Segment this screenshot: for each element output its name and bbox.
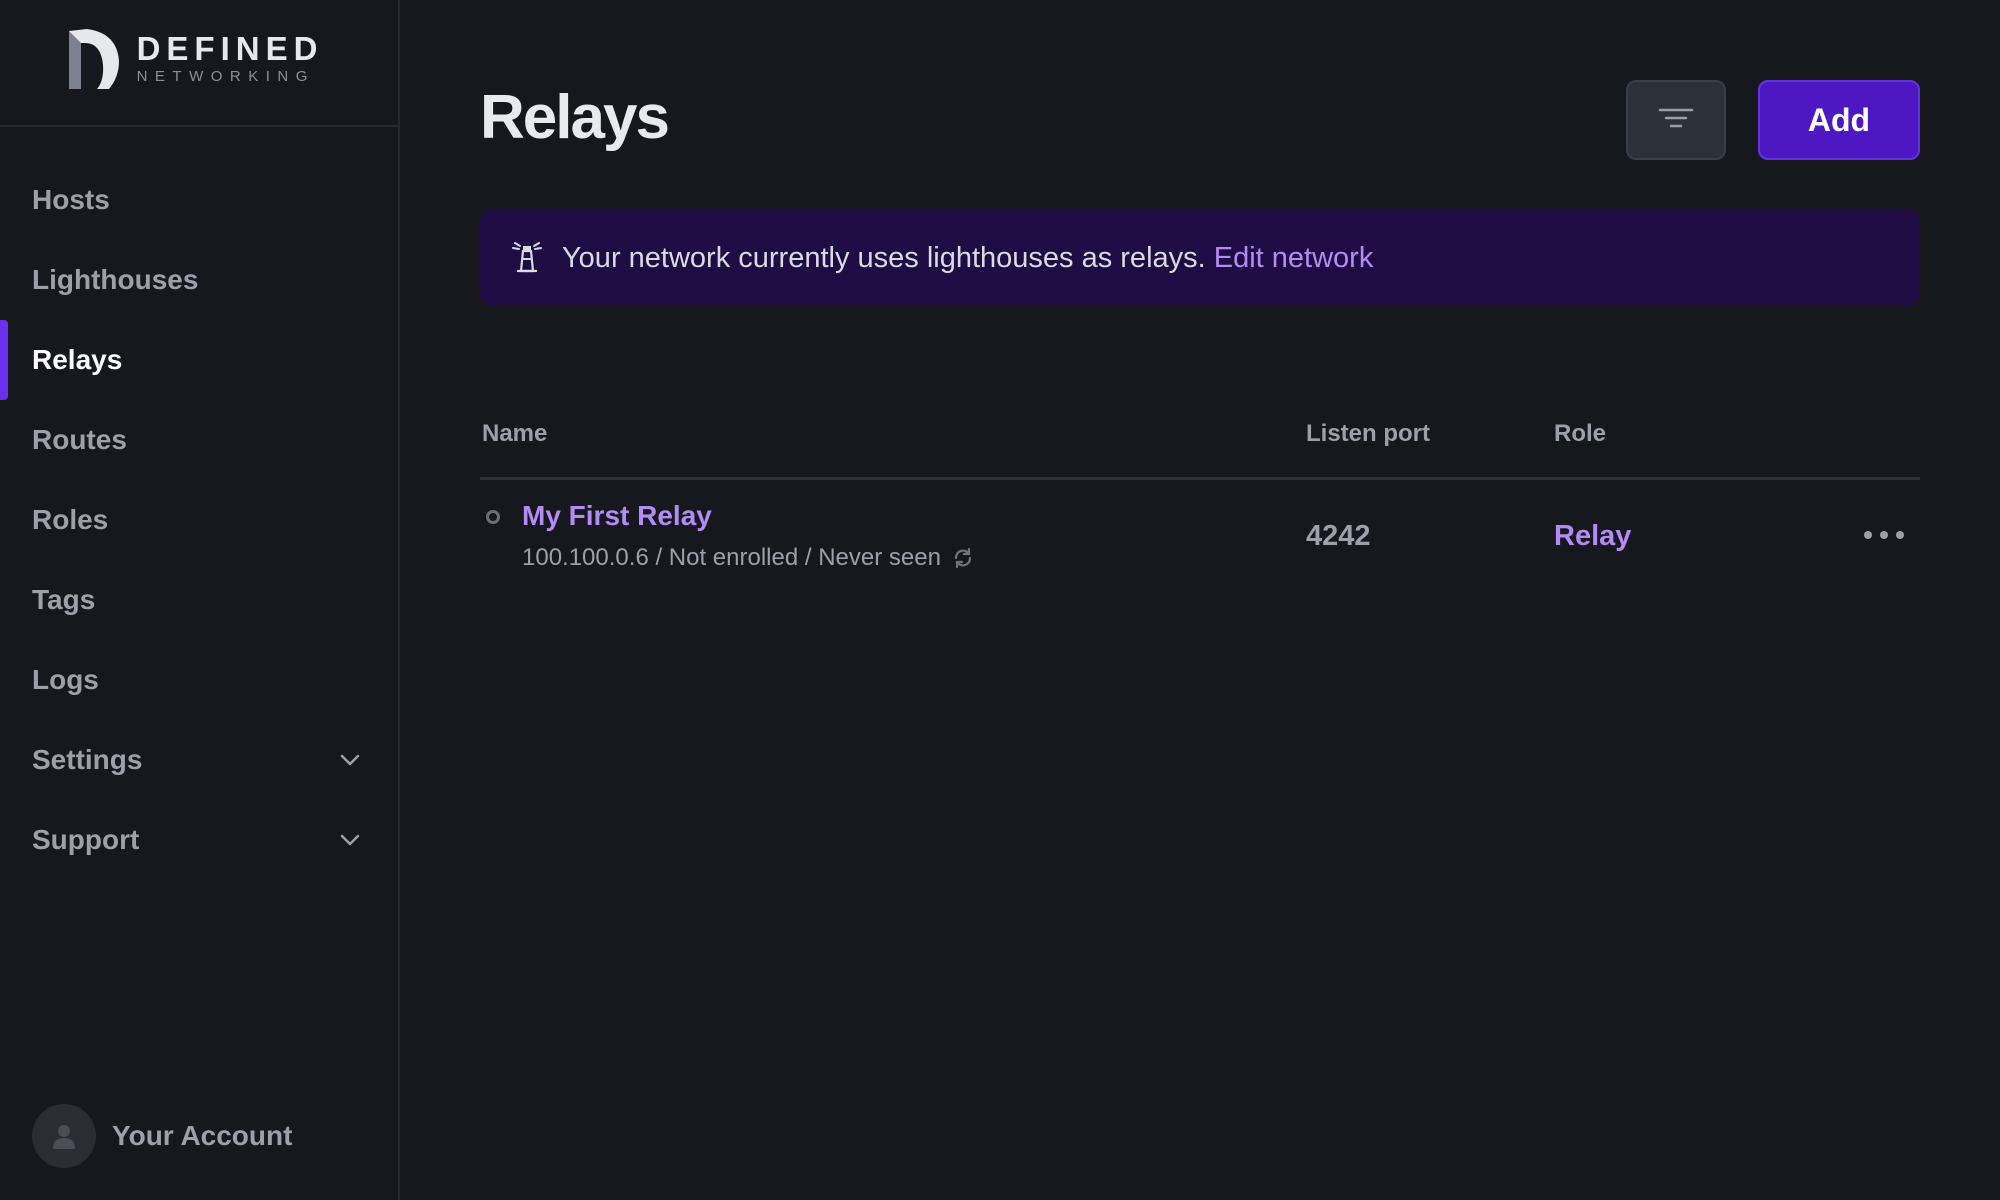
- more-actions-icon[interactable]: [1864, 520, 1904, 550]
- dot: [1896, 531, 1904, 539]
- table-row: My First Relay 100.100.0.6 / Not enrolle…: [480, 480, 1920, 590]
- column-header-role[interactable]: Role: [1554, 420, 1606, 448]
- lighthouse-icon: [512, 242, 542, 273]
- sidebar-item-label: Hosts: [32, 184, 110, 215]
- table-header: Name Listen port Role: [480, 410, 1920, 480]
- brand-subname: NETWORKING: [136, 67, 315, 85]
- sidebar-item-logs[interactable]: Logs: [0, 640, 398, 720]
- listen-port-value: 4242: [1306, 520, 1371, 552]
- user-icon: [53, 1125, 75, 1149]
- filter-icon: [1658, 108, 1694, 128]
- banner-text: Your network currently uses lighthouses …: [562, 242, 1373, 275]
- sidebar-item-support[interactable]: Support: [0, 800, 398, 880]
- brand-logo-link[interactable]: DEFINED NETWORKING: [65, 25, 324, 91]
- sidebar-item-label: Support: [32, 824, 140, 855]
- relay-meta-text: 100.100.0.6 / Not enrolled / Never seen: [522, 544, 941, 571]
- chevron-down-icon: [340, 754, 360, 766]
- account-menu[interactable]: Your Account: [32, 1104, 292, 1168]
- sidebar-item-relays[interactable]: Relays: [0, 320, 398, 400]
- account-label: Your Account: [112, 1120, 293, 1151]
- dot: [1864, 531, 1872, 539]
- brand: DEFINED NETWORKING: [0, 0, 398, 127]
- sidebar-item-label: Tags: [32, 584, 96, 615]
- sidebar-item-label: Relays: [32, 344, 123, 375]
- sidebar-item-hosts[interactable]: Hosts: [0, 160, 398, 240]
- sidebar-item-settings[interactable]: Settings: [0, 720, 398, 800]
- relay-name-link[interactable]: My First Relay: [522, 500, 712, 532]
- sidebar-item-lighthouses[interactable]: Lighthouses: [0, 240, 398, 320]
- role-link[interactable]: Relay: [1554, 520, 1631, 553]
- refresh-icon[interactable]: [951, 546, 975, 570]
- add-button[interactable]: Add: [1758, 80, 1920, 160]
- relay-meta: 100.100.0.6 / Not enrolled / Never seen: [522, 544, 975, 572]
- defined-logo-icon: [68, 28, 119, 89]
- main-content: Relays Add Your network currently uses l…: [480, 0, 1920, 1200]
- column-header-name[interactable]: Name: [482, 420, 547, 448]
- sidebar-item-label: Roles: [32, 504, 109, 535]
- sidebar-item-tags[interactable]: Tags: [0, 560, 398, 640]
- page-title: Relays: [480, 83, 670, 152]
- sidebar-item-label: Routes: [32, 424, 127, 455]
- avatar: [32, 1104, 96, 1168]
- brand-name: DEFINED: [136, 29, 324, 67]
- sidebar-item-label: Logs: [32, 664, 99, 695]
- sidebar-item-label: Lighthouses: [32, 264, 199, 295]
- edit-network-link[interactable]: Edit network: [1214, 242, 1374, 274]
- status-indicator-icon: [486, 510, 500, 524]
- dot: [1880, 531, 1888, 539]
- relay-info-banner: Your network currently uses lighthouses …: [480, 210, 1920, 306]
- sidebar: DEFINED NETWORKING Hosts Lighthouses Rel…: [0, 0, 400, 1200]
- relays-table: Name Listen port Role My First Relay 100…: [480, 410, 1920, 590]
- column-header-listen-port[interactable]: Listen port: [1306, 420, 1430, 448]
- banner-message: Your network currently uses lighthouses …: [562, 241, 1206, 274]
- sidebar-item-roles[interactable]: Roles: [0, 480, 398, 560]
- sidebar-item-label: Settings: [32, 744, 143, 775]
- sidebar-item-routes[interactable]: Routes: [0, 400, 398, 480]
- filter-button[interactable]: [1626, 80, 1726, 160]
- chevron-down-icon: [340, 834, 360, 846]
- sidebar-nav: Hosts Lighthouses Relays Routes Roles Ta…: [0, 160, 398, 880]
